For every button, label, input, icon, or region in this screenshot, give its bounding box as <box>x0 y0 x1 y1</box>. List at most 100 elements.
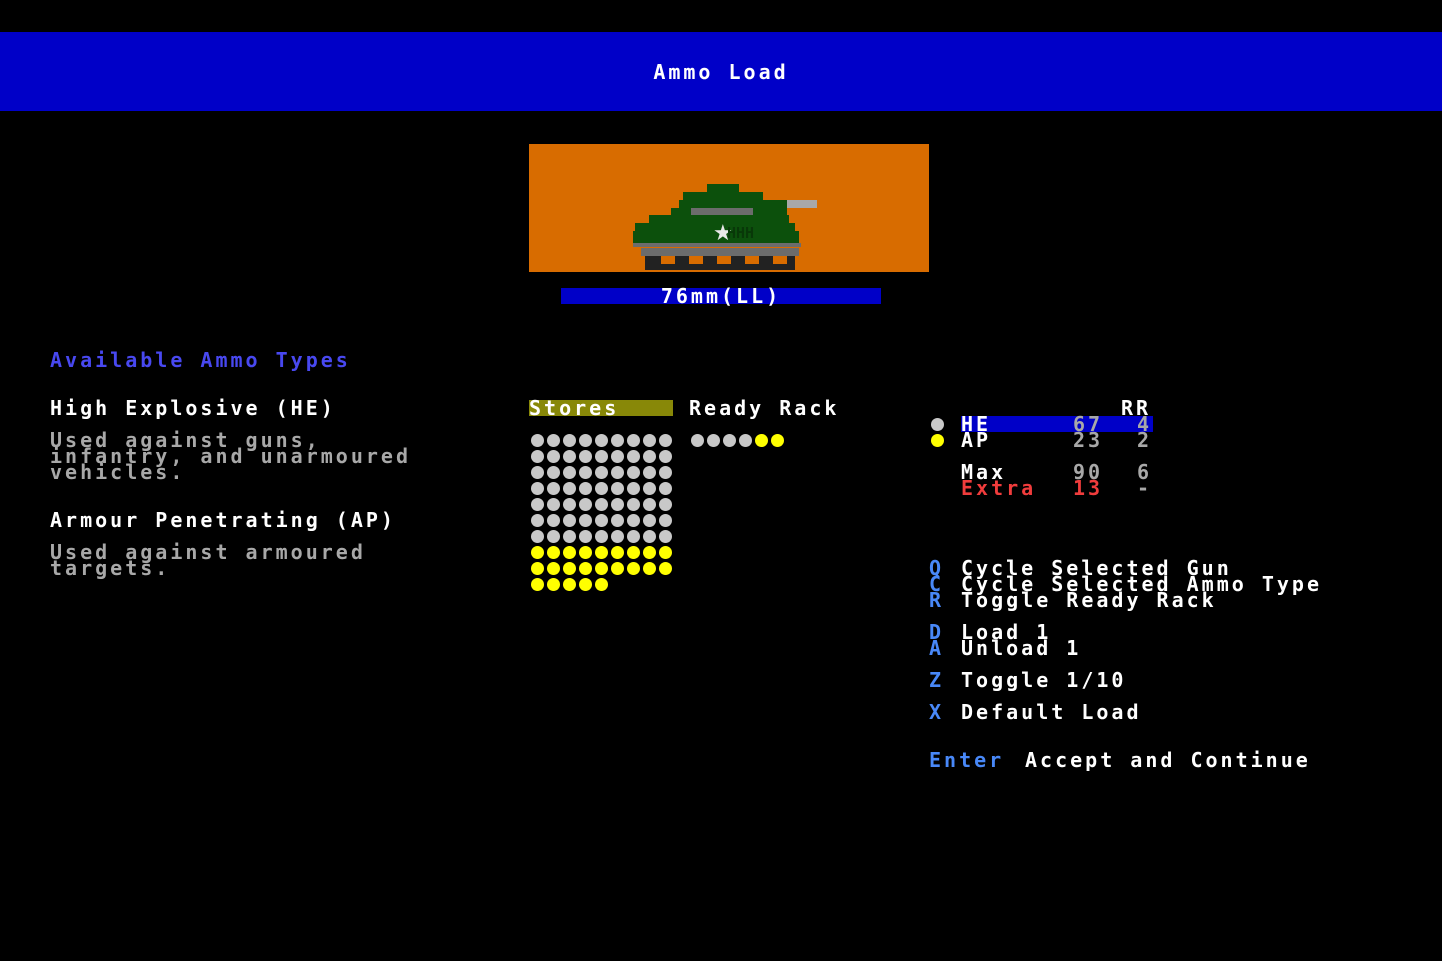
he-shell-store <box>627 466 640 479</box>
default-load-action[interactable]: Default Load <box>961 702 1142 722</box>
he-shell-store <box>563 514 576 527</box>
he-shell-store <box>627 450 640 463</box>
ap-shell-store <box>531 562 544 575</box>
he-shell-store <box>595 482 608 495</box>
ap-row-label[interactable]: AP <box>961 430 991 450</box>
he-shell-store <box>563 466 576 479</box>
he-shell-store <box>595 466 608 479</box>
he-shell-store <box>659 450 672 463</box>
ap-shell-store <box>531 578 544 591</box>
he-shell-store <box>611 498 624 511</box>
ap-shell-store <box>627 546 640 559</box>
accept-continue-action[interactable]: Accept and Continue <box>1025 750 1311 770</box>
he-shell-store <box>659 434 672 447</box>
he-shell-store <box>611 466 624 479</box>
he-shell-store <box>611 482 624 495</box>
key-z[interactable]: Z <box>929 670 944 690</box>
he-shell-store <box>563 450 576 463</box>
ap-shell-store <box>547 562 560 575</box>
ap-shell-store <box>595 562 608 575</box>
key-a[interactable]: A <box>929 638 944 658</box>
he-shell-store <box>531 530 544 543</box>
toggle-step-action[interactable]: Toggle 1/10 <box>961 670 1126 690</box>
he-shell-store <box>579 482 592 495</box>
ap-shell-store <box>563 546 576 559</box>
ap-shell-store <box>643 546 656 559</box>
he-shell-rack <box>707 434 720 447</box>
gun-name: 76mm(LL) <box>660 284 782 308</box>
ammo-types-heading: Available Ammo Types <box>50 348 351 372</box>
unload-one-action[interactable]: Unload 1 <box>961 638 1081 658</box>
he-shell-store <box>627 498 640 511</box>
ap-shell-store <box>595 546 608 559</box>
ap-shell-store <box>659 546 672 559</box>
he-shell-store <box>595 514 608 527</box>
he-shell-store <box>643 530 656 543</box>
he-shell-store <box>627 514 640 527</box>
he-shell-rack <box>691 434 704 447</box>
he-shell-store <box>643 482 656 495</box>
ap-marker-icon <box>931 434 944 447</box>
he-shell-store <box>627 482 640 495</box>
ap-shell-store <box>659 562 672 575</box>
ap-shell-store <box>611 562 624 575</box>
svg-text:HHH: HHH <box>727 224 754 242</box>
he-shell-store <box>611 514 624 527</box>
he-shell-store <box>531 514 544 527</box>
ap-shell-store <box>563 562 576 575</box>
he-shell-store <box>579 530 592 543</box>
toggle-ready-rack-action[interactable]: Toggle Ready Rack <box>961 590 1217 610</box>
ap-row-rr: 2 <box>1137 428 1153 452</box>
he-shell-store <box>643 434 656 447</box>
he-shell-store <box>595 498 608 511</box>
he-shell-store <box>563 530 576 543</box>
key-x[interactable]: X <box>929 702 944 722</box>
ap-shell-store <box>595 578 608 591</box>
he-shell-store <box>611 434 624 447</box>
tank-icon: ★ HHH <box>633 184 817 270</box>
ap-shell-store <box>547 546 560 559</box>
extra-stores: 13 <box>1073 476 1104 500</box>
ap-row-stores: 23 <box>1073 428 1104 452</box>
he-shell-store <box>563 482 576 495</box>
he-shell-store <box>531 450 544 463</box>
he-shell-store <box>611 530 624 543</box>
he-shell-store <box>547 498 560 511</box>
he-shell-store <box>579 498 592 511</box>
ap-shell-store <box>579 546 592 559</box>
key-enter[interactable]: Enter <box>929 750 1004 770</box>
he-shell-store <box>531 466 544 479</box>
ap-shell-store <box>579 562 592 575</box>
he-shell-store <box>531 498 544 511</box>
he-shell-store <box>595 434 608 447</box>
he-shell-store <box>659 530 672 543</box>
he-marker-icon <box>931 418 944 431</box>
he-shell-store <box>579 434 592 447</box>
screen-title: Ammo Load <box>653 60 789 84</box>
ap-shell-store <box>547 578 560 591</box>
he-shell-store <box>547 514 560 527</box>
ready-rack-tab[interactable]: Ready Rack <box>689 398 839 418</box>
he-shell-store <box>659 498 672 511</box>
he-shell-store <box>547 434 560 447</box>
he-shell-store <box>547 482 560 495</box>
tank-image: ★ HHH <box>529 144 929 272</box>
he-shell-store <box>547 530 560 543</box>
extra-label: Extra <box>961 476 1037 500</box>
he-shell-store <box>643 450 656 463</box>
ap-shell-store <box>531 546 544 559</box>
he-shell-store <box>643 498 656 511</box>
he-shell-store <box>595 450 608 463</box>
he-shell-store <box>579 450 592 463</box>
ap-shell-rack <box>771 434 784 447</box>
ap-shell-store <box>643 562 656 575</box>
he-shell-store <box>547 466 560 479</box>
stores-tab[interactable]: Stores <box>529 398 619 418</box>
he-type-name: High Explosive (HE) <box>50 396 336 420</box>
he-shell-rack <box>723 434 736 447</box>
he-shell-store <box>579 466 592 479</box>
ap-type-name: Armour Penetrating (AP) <box>50 508 396 532</box>
he-shell-store <box>627 434 640 447</box>
he-shell-store <box>659 514 672 527</box>
key-r[interactable]: R <box>929 590 944 610</box>
